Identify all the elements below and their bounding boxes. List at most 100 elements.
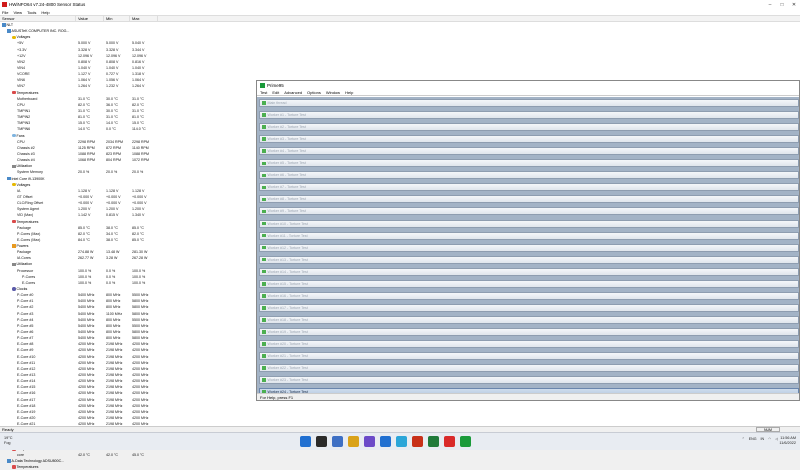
worker-window[interactable]: Worker #14 - Torture Test [259,267,799,276]
sensor-label: CPU [17,102,25,107]
sensor-label: E-Core #16 [17,391,36,396]
sensor-min [104,464,130,470]
sensor-label: Intel Core i9-13900K [11,176,45,181]
sensor-label: E-Core #11 [17,360,36,365]
worker-window[interactable]: Worker #22 - Torture Test [259,364,799,373]
temp-icon [12,465,16,469]
taskbar-app-icon[interactable] [412,436,423,447]
taskbar-app-icon[interactable] [364,436,375,447]
taskbar-app-icon[interactable] [428,436,439,447]
prime95-worker-icon [262,233,266,238]
taskbar-clock[interactable]: 11:56 AM 11/6/2022 [779,436,796,446]
sensor-label: Temperatures [16,465,39,470]
worker-window[interactable]: Worker #11 - Torture Test [259,231,799,240]
worker-window[interactable]: Worker #12 - Torture Test [259,243,799,252]
worker-window[interactable]: Worker #9 - Torture Test [259,207,799,216]
taskbar-app-icon[interactable] [444,436,455,447]
taskbar-app-icon[interactable] [316,436,327,447]
sensor-label: P-Core #1 [17,299,34,304]
sensor-label: P-Cores [22,274,36,279]
column-max[interactable]: Max [130,16,158,21]
tray-language[interactable]: ENG [749,437,757,441]
wifi-icon[interactable]: ◠ [768,437,771,441]
worker-title: Worker #19 - Torture Test [267,329,308,334]
worker-window[interactable]: Worker #10 - Torture Test [259,219,799,228]
taskbar-app-icon[interactable] [332,436,343,447]
prime95-titlebar[interactable]: Prime95 [257,81,799,90]
maximize-icon[interactable]: □ [776,2,788,8]
menu-advanced[interactable]: Advanced [284,90,302,95]
worker-window[interactable]: Worker #19 - Torture Test [259,327,799,336]
sensor-label: Powers [16,244,29,249]
taskbar-apps [300,436,471,447]
worker-window[interactable]: Worker #23 - Torture Test [259,376,799,385]
clock-date: 11/6/2022 [779,441,796,445]
worker-title: Worker #22 - Torture Test [267,366,308,371]
worker-window[interactable]: Worker #15 - Torture Test [259,279,799,288]
worker-area: Main thread Worker #1 - Torture Test Worke… [257,97,799,393]
worker-window[interactable]: Worker #1 - Torture Test [259,111,799,120]
minimize-icon[interactable]: – [764,2,776,8]
main-thread-window[interactable]: Main thread [259,99,799,107]
worker-window[interactable]: Worker #7 - Torture Test [259,183,799,192]
prime95-worker-icon [262,185,266,190]
volume-icon[interactable]: ◁ [775,437,778,441]
sensor-label: VIN4 [17,65,25,70]
sensor-label: GT Offset [17,194,33,199]
menu-tools[interactable]: Tools [27,10,36,15]
worker-window[interactable]: Worker #5 - Torture Test [259,159,799,168]
menu-help[interactable]: Help [41,10,49,15]
sensor-label: E-Core #15 [17,385,36,390]
worker-window[interactable]: Worker #16 - Torture Test [259,291,799,300]
menu-help[interactable]: Help [345,90,353,95]
menu-window[interactable]: Window [326,90,340,95]
menu-options[interactable]: Options [307,90,321,95]
menu-file[interactable]: File [2,10,8,15]
sensor-label: VIN6 [17,78,25,83]
sensor-label: Chassis #4 [17,158,35,163]
chevron-up-icon[interactable]: ⌃ [742,437,745,441]
menu-test[interactable]: Test [260,90,267,95]
menu-edit[interactable]: Edit [272,90,279,95]
hwinfo-titlebar[interactable]: HWiNFO64 v7.24-4800 Sensor Status – □ ✕ [0,0,800,9]
sensor-label: E-Cores [22,280,36,285]
taskbar-app-icon[interactable] [348,436,359,447]
column-value[interactable]: Value [76,16,104,21]
sensor-label: VID (Max) [17,213,34,218]
worker-title: Worker #23 - Torture Test [267,378,308,383]
worker-window[interactable]: Worker #17 - Torture Test [259,303,799,312]
close-icon[interactable]: ✕ [788,2,800,8]
menu-view[interactable]: View [13,10,22,15]
util-icon [12,262,16,267]
prime95-worker-icon [262,378,266,382]
sensor-label: IA [17,188,21,193]
column-min[interactable]: Min [104,16,130,21]
worker-window[interactable]: Worker #13 - Torture Test [259,255,799,264]
worker-title: Worker #12 - Torture Test [267,245,308,250]
sensor-label: P-Core #2 [17,305,34,310]
worker-window[interactable]: Worker #3 - Torture Test [259,135,799,144]
worker-window[interactable]: Worker #18 - Torture Test [259,315,799,324]
worker-window[interactable]: Worker #20 - Torture Test [259,340,799,348]
worker-title: Worker #10 - Torture Test [267,221,308,226]
taskbar-app-icon[interactable] [380,436,391,447]
weather-widget[interactable]: 19°C Fog [4,436,12,446]
worker-window[interactable]: Worker #4 - Torture Test [259,147,799,156]
column-sensor[interactable]: Sensor [0,16,76,21]
sensor-label: E-Core #18 [17,403,36,408]
worker-window[interactable]: Worker #2 - Torture Test [259,123,799,132]
taskbar-app-icon[interactable] [396,436,407,447]
prime95-worker-icon [262,366,266,370]
worker-window[interactable]: Worker #6 - Torture Test [259,171,799,180]
sensor-group-row[interactable]: Temperatures [0,464,256,470]
prime95-worker-icon [262,282,266,286]
taskbar-app-icon[interactable] [300,436,311,447]
prime95-window: Prime95 Test Edit Advanced Options Windo… [256,80,800,401]
sensor-value [76,464,104,470]
sensor-label: ASUSTeK COMPUTER INC. ROG... [11,29,70,34]
worker-window[interactable]: Worker #21 - Torture Test [259,352,799,361]
worker-window[interactable]: Worker #8 - Torture Test [259,195,799,204]
prime95-worker-icon [262,330,266,334]
prime95-status-text: For Help, press F1 [260,394,294,400]
taskbar-app-icon[interactable] [460,436,471,447]
